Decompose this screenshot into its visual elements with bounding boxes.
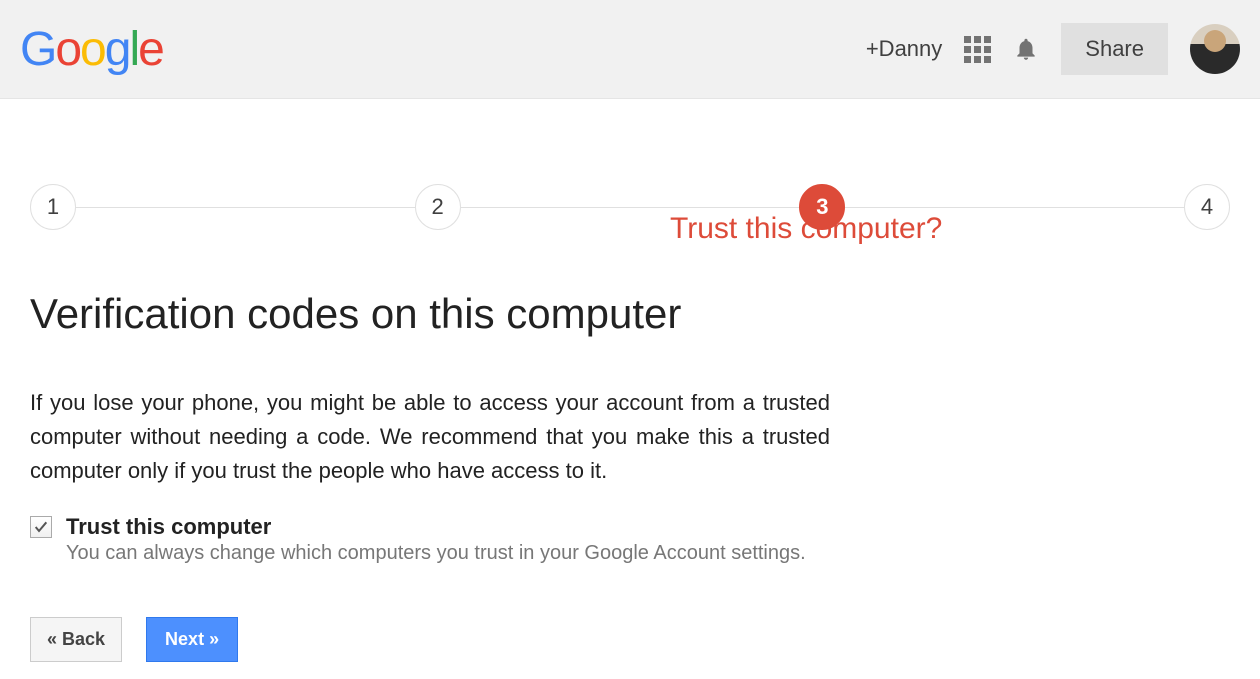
step-1: 1 (30, 184, 76, 230)
notifications-bell-icon[interactable] (1013, 36, 1039, 62)
trust-checkbox-subtext: You can always change which computers yo… (66, 542, 806, 565)
avatar[interactable] (1190, 24, 1240, 74)
stepper-track (76, 207, 415, 208)
back-button[interactable]: « Back (30, 617, 122, 662)
trust-checkbox-row: Trust this computer You can always chang… (30, 514, 1230, 565)
step-3: 3 (799, 184, 845, 230)
step-4: 4 (1184, 184, 1230, 230)
google-logo[interactable]: Google (20, 22, 163, 77)
stepper-track (461, 207, 800, 208)
checkmark-icon (33, 519, 49, 535)
step-2: 2 (415, 184, 461, 230)
page-title: Verification codes on this computer (30, 290, 1230, 338)
header-right: +Danny Share (866, 23, 1240, 75)
share-button[interactable]: Share (1061, 23, 1168, 75)
apps-grid-icon[interactable] (964, 36, 991, 63)
google-plus-name-link[interactable]: +Danny (866, 36, 942, 62)
body-text: If you lose your phone, you might be abl… (30, 386, 830, 488)
progress-stepper: 1 2 3 4 (30, 184, 1230, 230)
trust-checkbox[interactable] (30, 516, 52, 538)
action-buttons: « Back Next » (30, 617, 1230, 662)
header-bar: Google +Danny Share (0, 0, 1260, 99)
trust-checkbox-label: Trust this computer (66, 514, 806, 540)
stepper-track (845, 207, 1184, 208)
next-button[interactable]: Next » (146, 617, 238, 662)
